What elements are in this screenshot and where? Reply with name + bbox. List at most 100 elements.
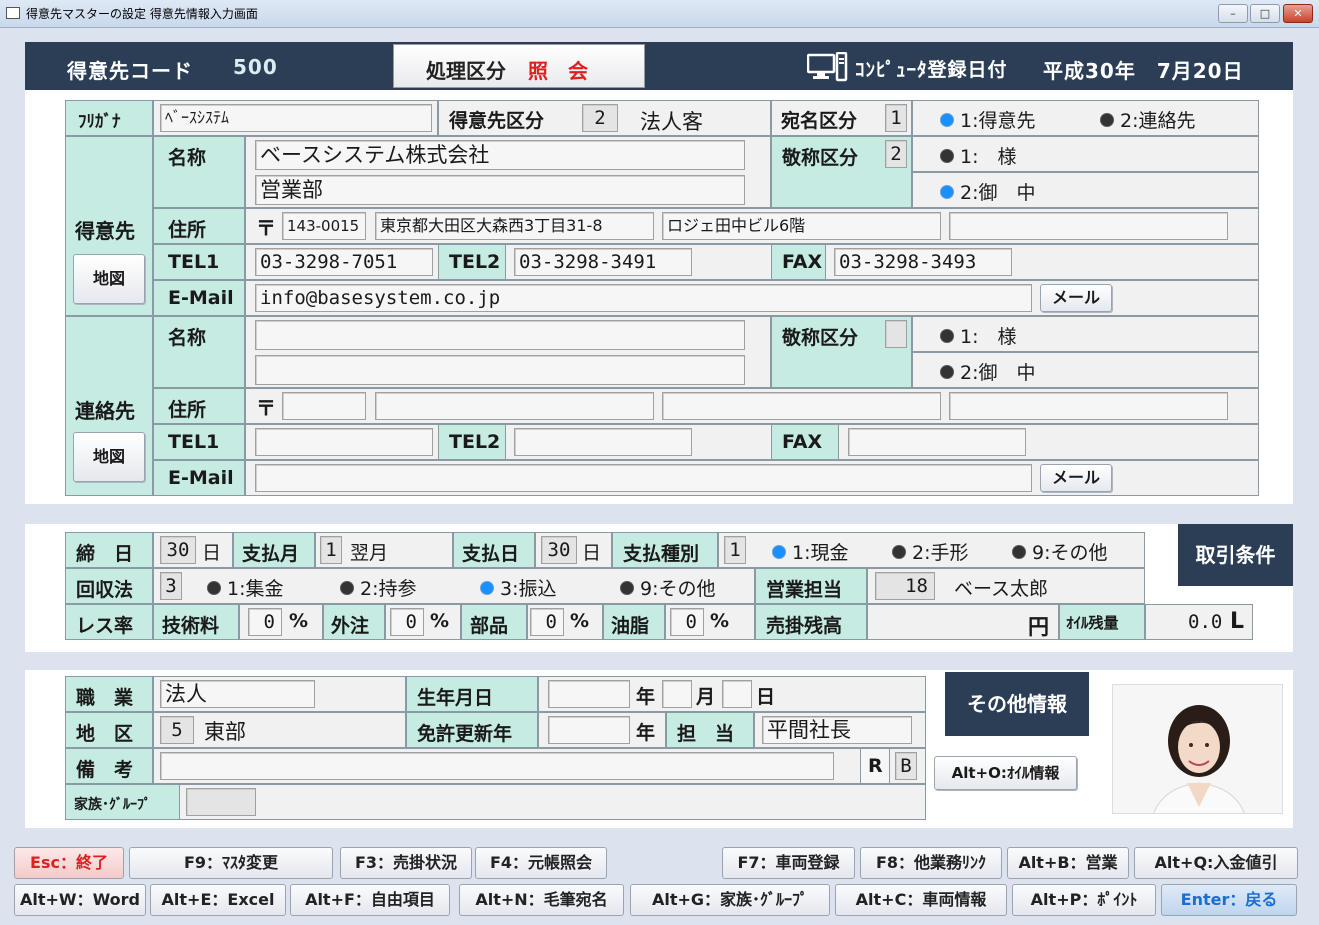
b-code[interactable]: B [895,752,917,780]
paytype-radio-3[interactable]: 9:その他 [1012,538,1108,565]
customer-kubun-code[interactable]: 2 [582,104,618,132]
contact-zip-input[interactable] [282,392,366,420]
paymonth-label: 支払月 [242,543,300,565]
atena-radio-2[interactable]: 2:連絡先 [1100,106,1196,133]
license-year-input[interactable] [548,716,630,744]
alt-q-payment-discount-button[interactable]: Alt+Q:入金値引 [1134,847,1298,879]
contact-keisho-radio-2[interactable]: 2:御 中 [940,358,1036,385]
alt-p-point-button[interactable]: Alt+P：ﾎﾟｲﾝﾄ [1012,884,1156,916]
customer-address2-input[interactable]: ロジェ田中ビル6階 [662,212,941,240]
contact-name2-input[interactable] [255,355,745,385]
oil-pct: % [710,610,730,632]
contact-map-button[interactable]: 地図 [73,432,145,482]
birth-year-input[interactable] [548,680,630,708]
alt-b-sales-button[interactable]: Alt+B：営業 [1007,847,1129,879]
contact-keisho-radio-2-label: 2:御 中 [960,362,1036,384]
computer-icon [806,51,849,82]
customer-name1-input[interactable]: ベースシステム株式会社 [255,140,745,170]
f9-master-change-button[interactable]: F9：ﾏｽﾀ変更 [129,847,333,879]
f3-receivable-button[interactable]: F3：売掛状況 [340,847,472,879]
contact-keisho-code[interactable] [885,320,907,348]
f7-vehicle-register-button[interactable]: F7：車両登録 [722,847,855,879]
customer-email-input[interactable]: info@basesystem.co.jp [255,284,1032,312]
collect-radio-4[interactable]: 9:その他 [620,574,716,601]
birth-month-input[interactable] [662,680,692,708]
atena-code[interactable]: 1 [885,104,907,132]
oil-info-button[interactable]: Alt+O:ｵｲﾙ情報 [934,756,1077,790]
contact-fax-input[interactable] [848,428,1026,456]
tanto-label: 担 当 [677,723,735,745]
oil-input[interactable]: 0 [670,608,704,636]
paymonth-name: 翌月 [350,542,389,564]
customer-keisho-radio-2-label: 2:御 中 [960,182,1036,204]
customer-fax-input[interactable]: 03-3298-3493 [834,248,1012,276]
customer-name-label: 名称 [168,147,207,169]
tech-label: 技術料 [162,615,220,637]
customer-code-value: 500 [233,55,278,79]
esc-exit-button[interactable]: Esc：終了 [14,847,124,879]
customer-map-button[interactable]: 地図 [73,254,145,304]
customer-code-label: 得意先コード [67,59,193,83]
atena-radio-1[interactable]: 1:得意先 [940,106,1036,133]
sales-label: 営業担当 [766,579,843,601]
paymonth-code[interactable]: 1 [320,536,342,564]
furigana-input[interactable]: ﾍﾞｰｽｼｽﾃﾑ [160,104,432,132]
shime-input[interactable]: 30 [160,536,196,564]
contact-address3-input[interactable] [949,392,1228,420]
minimize-button[interactable]: – [1218,4,1248,23]
contact-tel1-input[interactable] [255,428,433,456]
collect-code[interactable]: 3 [160,572,182,600]
alt-f-free-item-button[interactable]: Alt+F：自由項目 [290,884,450,916]
shime-unit: 日 [202,542,222,564]
family-input[interactable] [186,788,256,816]
radio-icon [1100,112,1114,127]
alt-w-word-button[interactable]: Alt+W：Word [14,884,146,916]
contact-keisho-radio-1[interactable]: 1: 様 [940,322,1017,349]
contact-tel2-input[interactable] [514,428,692,456]
customer-tel1-input[interactable]: 03-3298-7051 [255,248,433,276]
outsource-input[interactable]: 0 [390,608,424,636]
paytype-radio-2[interactable]: 2:手形 [892,538,969,565]
collect-radio-1[interactable]: 1:集金 [207,574,284,601]
alt-e-excel-button[interactable]: Alt+E：Excel [150,884,286,916]
customer-zip-input[interactable]: 143-0015 [282,212,366,240]
job-input[interactable]: 法人 [160,680,315,708]
tech-input[interactable]: 0 [248,608,282,636]
customer-keisho-code[interactable]: 2 [885,140,907,168]
payday-input[interactable]: 30 [541,536,577,564]
tanto-input[interactable]: 平間社長 [762,716,912,744]
parts-input[interactable]: 0 [530,608,564,636]
alt-c-vehicle-info-button[interactable]: Alt+C：車両情報 [835,884,1007,916]
enter-back-button[interactable]: Enter：戻る [1161,884,1297,916]
collect-radio-2[interactable]: 2:持参 [340,574,417,601]
contact-address1-input[interactable] [375,392,654,420]
other-title: その他情報 [945,672,1089,736]
customer-mail-button[interactable]: メール [1040,284,1112,312]
customer-keisho-radio-1[interactable]: 1: 様 [940,142,1017,169]
customer-address3-input[interactable] [949,212,1228,240]
alt-g-family-group-button[interactable]: Alt+G：家族･ｸﾞﾙｰﾌﾟ [630,884,830,916]
collect-radio-3-label: 3:振込 [500,578,557,600]
paytype-code[interactable]: 1 [724,536,746,564]
note-input[interactable] [160,752,834,780]
area-code[interactable]: 5 [160,716,194,744]
collect-radio-3[interactable]: 3:振込 [480,574,557,601]
customer-keisho-radio-2[interactable]: 2:御 中 [940,178,1036,205]
furigana-label: ﾌﾘｶﾞﾅ [78,112,121,132]
f4-ledger-button[interactable]: F4：元帳照会 [475,847,607,879]
contact-email-input[interactable] [255,464,1032,492]
customer-address1-input[interactable]: 東京都大田区大森西3丁目31-8 [375,212,654,240]
contact-name1-input[interactable] [255,320,745,350]
customer-name2-input[interactable]: 営業部 [255,175,745,205]
f8-other-link-button[interactable]: F8：他業務ﾘﾝｸ [860,847,1002,879]
birth-day-input[interactable] [722,680,752,708]
contact-address2-input[interactable] [662,392,941,420]
maximize-button[interactable]: □ [1250,4,1280,23]
contact-mail-button[interactable]: メール [1040,464,1112,492]
customer-tel2-input[interactable]: 03-3298-3491 [514,248,692,276]
customer-fax-label: FAX [782,251,823,273]
alt-n-brush-address-button[interactable]: Alt+N：毛筆宛名 [459,884,624,916]
sales-code[interactable]: 18 [875,572,935,600]
close-button[interactable]: ✕ [1283,4,1313,23]
paytype-radio-1[interactable]: 1:現金 [772,538,849,565]
